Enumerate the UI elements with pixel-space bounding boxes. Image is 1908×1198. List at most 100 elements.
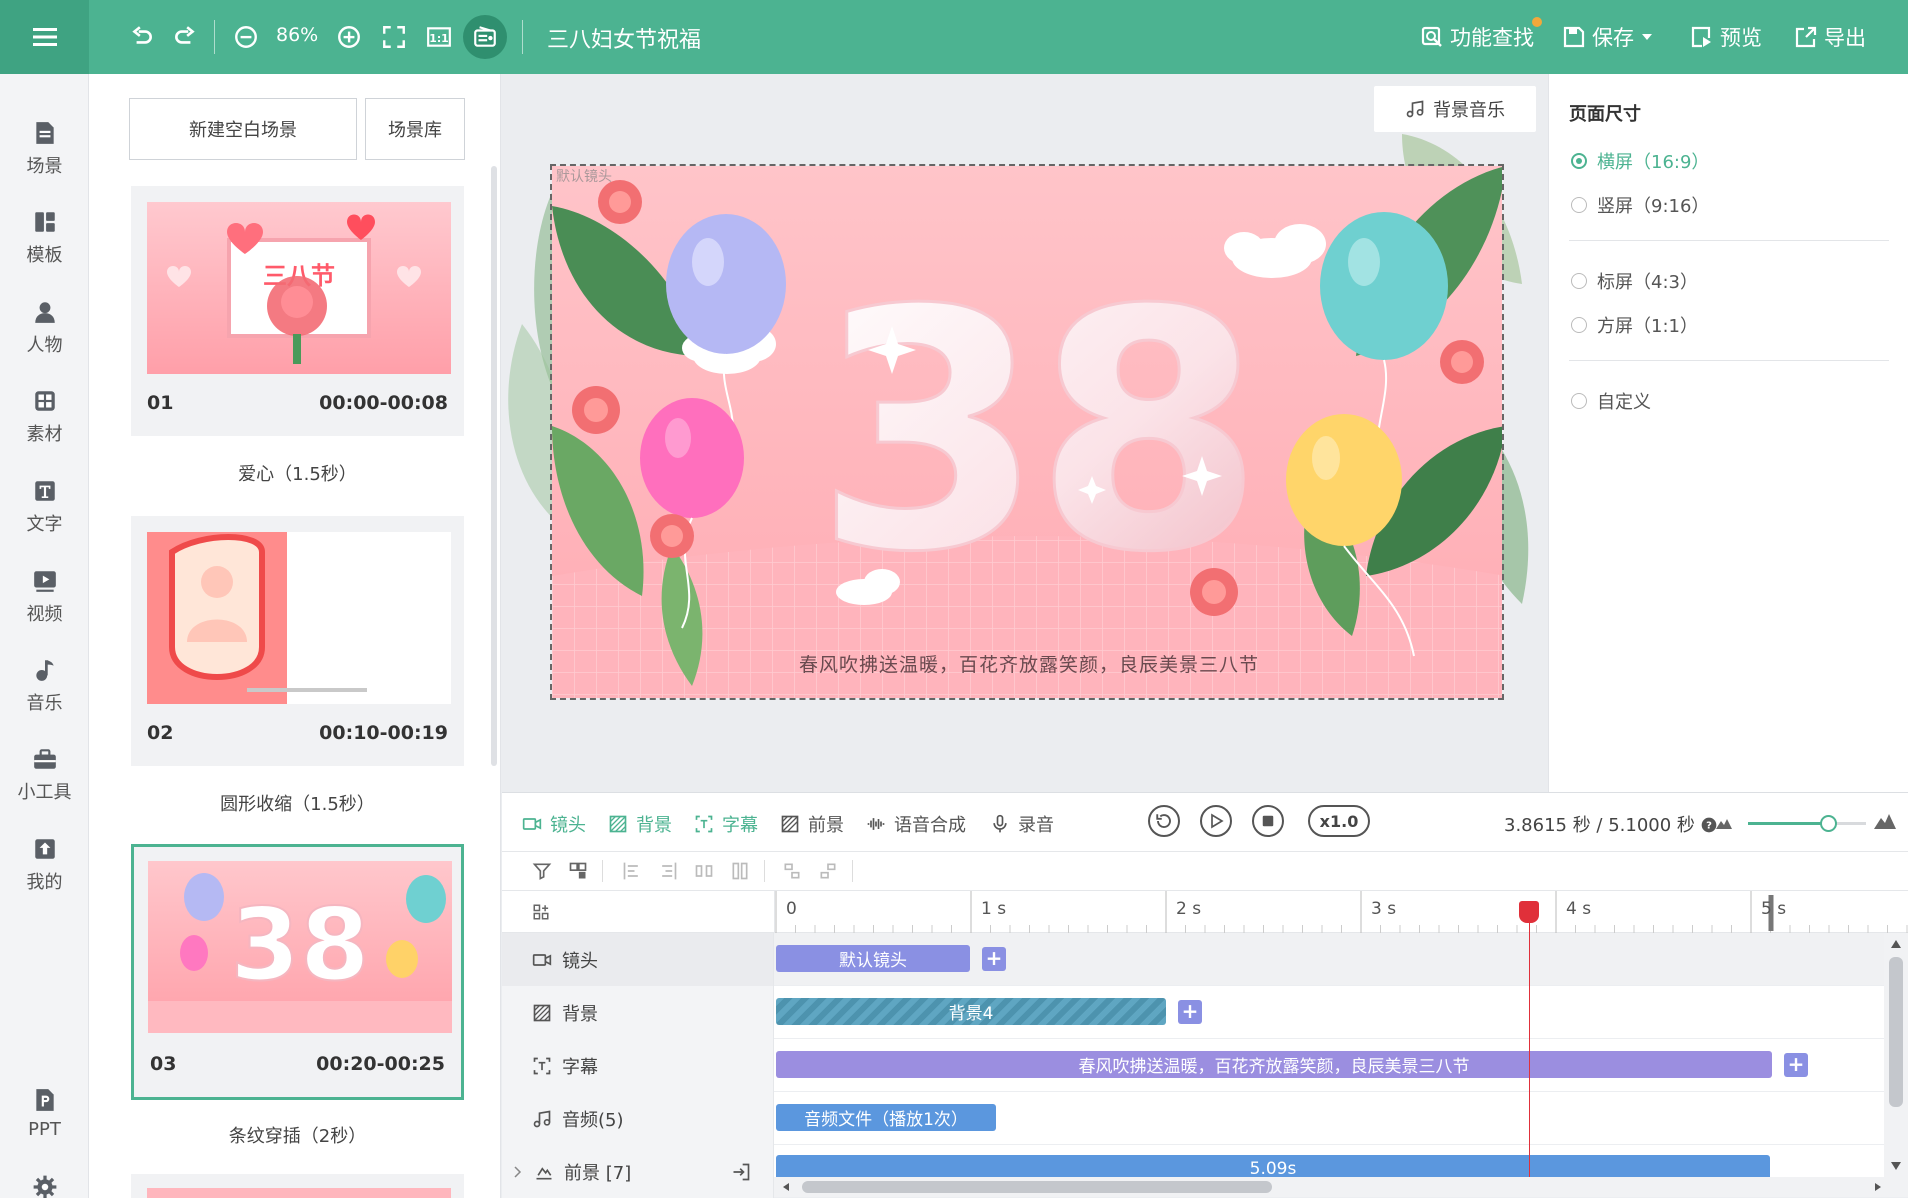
preview-button[interactable]: 预览 — [1690, 22, 1762, 52]
add-background-button[interactable]: + — [1178, 1000, 1202, 1024]
tab-subtitle[interactable]: 字幕 — [694, 811, 758, 837]
scene-card-04[interactable] — [131, 1174, 464, 1198]
radio-button[interactable] — [1571, 153, 1587, 169]
sidebar-item-person[interactable]: 人物 — [0, 291, 89, 365]
align-left-icon[interactable] — [622, 861, 642, 881]
playhead-handle[interactable] — [1518, 901, 1539, 923]
timeline-zoom-slider[interactable] — [1820, 815, 1837, 832]
clip-audio[interactable]: 音频文件（播放1次） — [776, 1104, 996, 1131]
track-header[interactable]: 字幕 — [502, 1039, 774, 1092]
zoom-in-button[interactable] — [331, 18, 367, 56]
track-header[interactable]: 音频(5) — [502, 1092, 774, 1145]
page-size-option-16-9[interactable]: 横屏（16:9） — [1571, 148, 1709, 174]
radio-button[interactable] — [1571, 317, 1587, 333]
scene-transition-label[interactable]: 条纹穿插（2秒） — [131, 1122, 464, 1148]
page-size-option-4-3[interactable]: 标屏（4:3） — [1571, 268, 1698, 294]
scroll-right-icon[interactable] — [1874, 1182, 1882, 1192]
import-icon[interactable] — [731, 1162, 751, 1182]
help-icon[interactable]: ? — [1701, 817, 1717, 833]
undo-icon — [132, 26, 152, 44]
scene-panel-scrollbar[interactable] — [491, 166, 497, 766]
timeline-vertical-scrollbar[interactable] — [1884, 933, 1908, 1177]
tab-camera[interactable]: 镜头 — [522, 811, 586, 837]
sidebar-item-template[interactable]: 模板 — [0, 201, 89, 275]
tab-speech-synthesis[interactable]: 语音合成 — [866, 811, 966, 837]
stage-subtitle[interactable]: 春风吹拂送温暖，百花齐放露笑颜，良辰美景三八节 — [552, 650, 1502, 677]
background-music-button[interactable]: 背景音乐 — [1374, 86, 1536, 132]
stage-canvas[interactable]: 38 春风吹拂送温暖，百花齐放露笑颜，良辰美景三八节 — [550, 164, 1504, 700]
align-right-icon[interactable] — [658, 861, 678, 881]
sidebar-item-material[interactable]: 素材 — [0, 380, 89, 454]
scene-transition-label[interactable]: 圆形收缩（1.5秒） — [131, 790, 464, 816]
sidebar-item-scene[interactable]: 场景 — [0, 112, 89, 186]
scene-card-03[interactable]: 38 03 00:20-00:25 — [131, 844, 464, 1100]
scrollbar-thumb[interactable] — [802, 1181, 1272, 1193]
add-camera-button[interactable]: + — [982, 947, 1006, 971]
page-size-option-custom[interactable]: 自定义 — [1571, 388, 1651, 414]
sidebar-item-music[interactable]: 音乐 — [0, 649, 89, 723]
radio-button[interactable] — [1571, 393, 1587, 409]
scene-card-02[interactable]: 02 00:10-00:19 — [131, 516, 464, 766]
video-icon — [33, 571, 56, 592]
sidebar-item-text[interactable]: 文字 — [0, 470, 89, 544]
filter-icon[interactable] — [532, 861, 552, 881]
subtitle-tool-button[interactable] — [463, 15, 507, 59]
scene-transition-label[interactable]: 爱心（1.5秒） — [131, 460, 464, 486]
playback-speed-button[interactable]: x1.0 — [1308, 805, 1370, 837]
feature-search-button[interactable]: 功能查找 — [1420, 22, 1534, 52]
tab-record[interactable]: 录音 — [990, 811, 1054, 837]
actual-size-button[interactable]: 1:1 — [421, 18, 457, 56]
sidebar-item-settings[interactable]: 设置 — [0, 1166, 89, 1198]
page-size-option-1-1[interactable]: 方屏（1:1） — [1571, 312, 1698, 338]
scroll-up-icon[interactable] — [1890, 939, 1902, 949]
menu-button[interactable] — [0, 0, 89, 74]
clip-background[interactable]: 背景4 — [776, 998, 1166, 1025]
radio-button[interactable] — [1571, 273, 1587, 289]
scene-library-button[interactable]: 场景库 — [365, 98, 465, 160]
scene-number: 01 — [147, 392, 174, 414]
play-button[interactable] — [1200, 805, 1232, 837]
tab-background[interactable]: 背景 — [608, 811, 672, 837]
timeline-ruler[interactable]: 0 1 s 2 s 3 s 4 s 5 s — [502, 891, 1908, 933]
fullscreen-button[interactable] — [376, 18, 412, 56]
sidebar-item-toolbox[interactable]: 小工具 — [0, 738, 89, 812]
track-label: 镜头 — [562, 950, 598, 972]
layer-down-icon[interactable] — [818, 861, 838, 881]
stop-button[interactable] — [1252, 805, 1284, 837]
track-header[interactable]: 背景 — [502, 986, 774, 1039]
distribute-v-icon[interactable] — [730, 861, 750, 881]
save-button[interactable]: 保存 — [1562, 22, 1654, 52]
export-icon — [1795, 26, 1817, 48]
export-button[interactable]: 导出 — [1794, 22, 1866, 52]
page-size-option-9-16[interactable]: 竖屏（9:16） — [1571, 192, 1709, 218]
track-header[interactable]: 镜头 — [502, 933, 774, 986]
track-header[interactable]: 前景 [7] — [502, 1145, 774, 1198]
subtitle-icon — [533, 1057, 551, 1074]
radio-button[interactable] — [1571, 197, 1587, 213]
sidebar-item-mine[interactable]: 我的 — [0, 828, 89, 902]
layer-up-icon[interactable] — [782, 861, 802, 881]
replay-button[interactable] — [1148, 805, 1180, 837]
scene-card-01[interactable]: 三八节 01 00:00-00:08 — [131, 186, 464, 436]
zoom-out-button[interactable] — [228, 18, 264, 56]
document-title[interactable]: 三八妇女节祝福 — [547, 22, 701, 54]
chevron-right-icon[interactable] — [512, 1165, 524, 1178]
distribute-h-icon[interactable] — [694, 861, 714, 881]
redo-button[interactable] — [167, 18, 203, 56]
scroll-down-icon[interactable] — [1890, 1161, 1902, 1171]
timeline-horizontal-scrollbar[interactable] — [774, 1177, 1908, 1197]
new-blank-scene-button[interactable]: 新建空白场景 — [129, 98, 357, 160]
scroll-left-icon[interactable] — [782, 1182, 790, 1192]
add-track-icon[interactable] — [532, 903, 550, 921]
export-label: 导出 — [1824, 26, 1866, 50]
add-subtitle-button[interactable]: + — [1784, 1053, 1808, 1077]
sidebar-item-ppt[interactable]: PPT — [0, 1076, 89, 1150]
tab-foreground[interactable]: 前景 — [780, 811, 844, 837]
scrollbar-thumb[interactable] — [1889, 957, 1903, 1107]
clip-subtitle[interactable]: 春风吹拂送温暖，百花齐放露笑颜，良辰美景三八节 — [776, 1051, 1772, 1078]
sidebar-item-video[interactable]: 视频 — [0, 560, 89, 634]
track-label: 音频(5) — [562, 1109, 624, 1131]
group-icon[interactable] — [568, 861, 588, 881]
clip-camera[interactable]: 默认镜头 — [776, 945, 970, 972]
undo-button[interactable] — [124, 18, 160, 56]
